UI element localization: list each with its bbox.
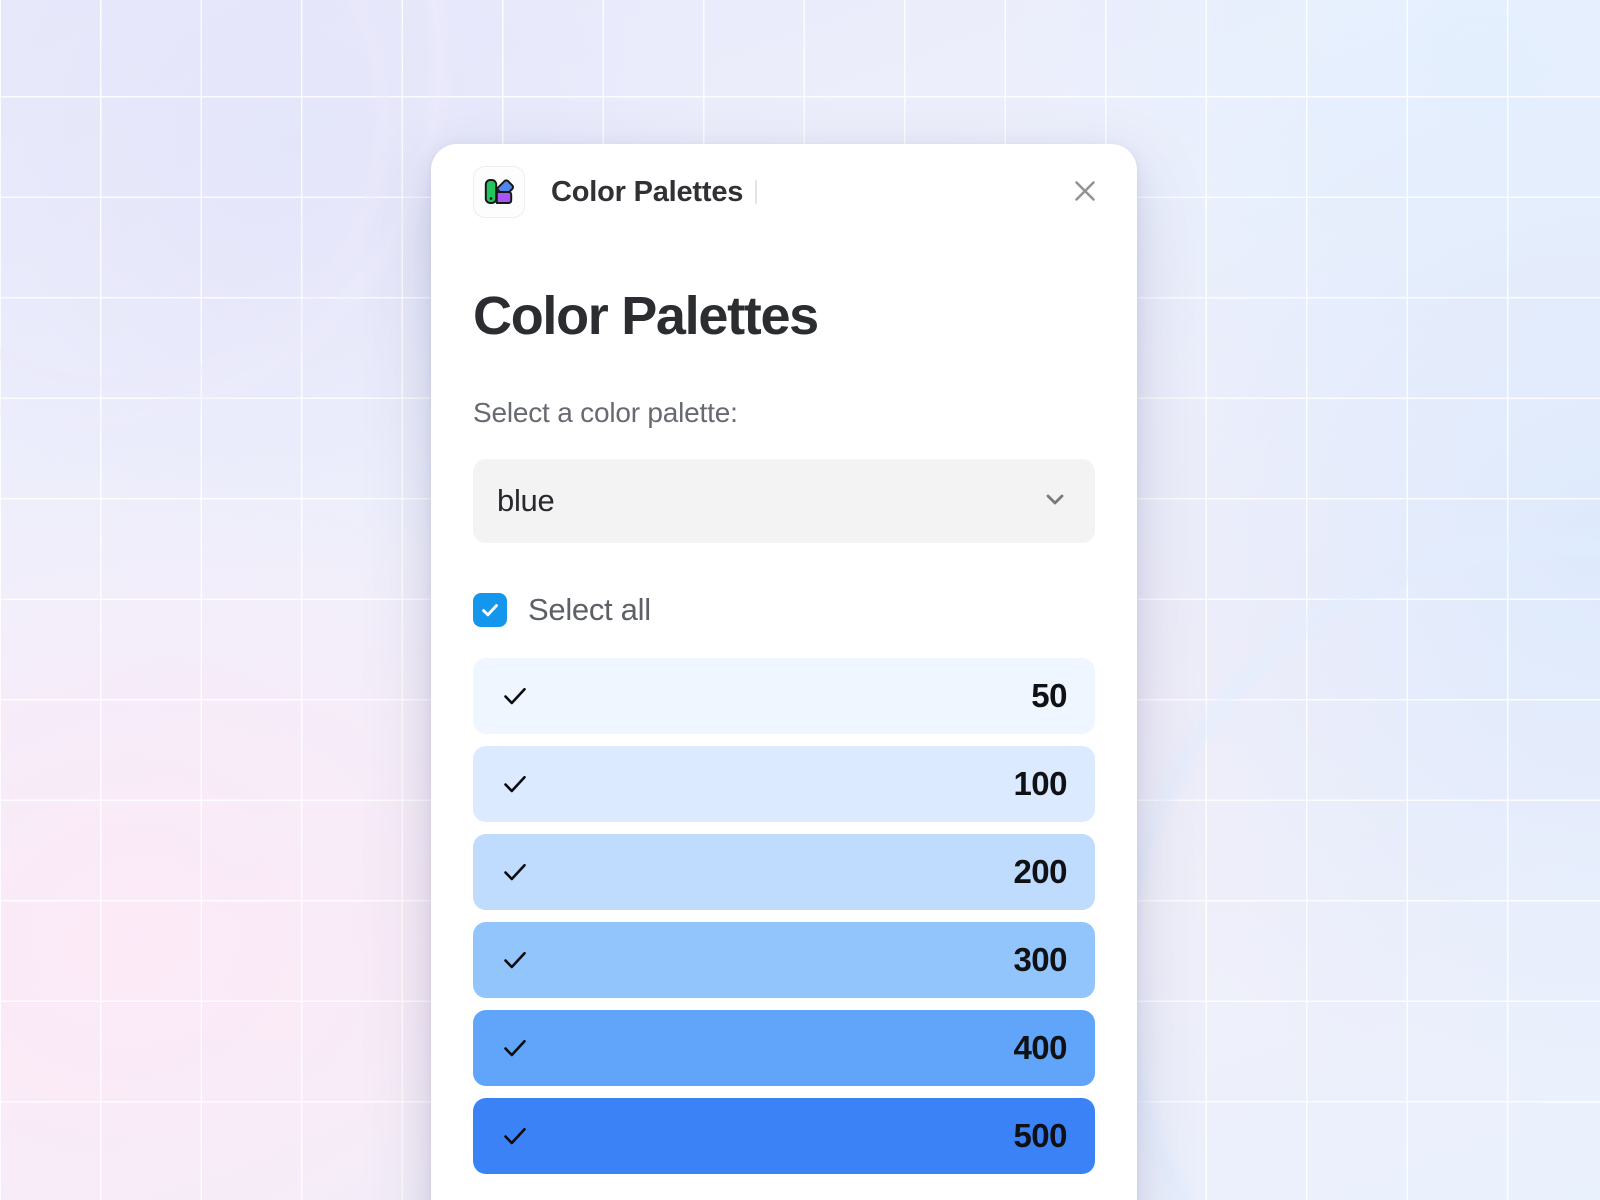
chevron-down-icon [1041,485,1069,516]
titlebar-text-caret [755,180,758,204]
color-swatch-icon [473,166,525,218]
swatch-row[interactable]: 200 [473,833,1095,910]
swatch-label: 400 [1013,1028,1067,1066]
swatch-checkmark-icon [500,769,530,799]
swatch-checkmark-icon [500,681,530,711]
close-button[interactable] [1063,170,1107,214]
dialog-body: Color Palettes Select a color palette: b… [431,288,1137,1174]
swatch-checkmark-icon [500,1033,530,1063]
swatch-checkmark-icon [500,945,530,975]
page-title: Color Palettes [473,286,819,346]
swatch-row[interactable]: 100 [473,745,1095,822]
dialog-titlebar: Color Palettes [431,144,1137,240]
swatch-label: 300 [1013,940,1067,978]
swatch-checkmark-icon [500,857,530,887]
palette-select-label: Select a color palette: [473,396,738,428]
swatch-checkmark-icon [500,1121,530,1151]
select-all-row[interactable]: Select all [473,592,1095,628]
color-palettes-dialog: Color Palettes Color Palettes Select a c… [431,144,1137,1200]
select-all-label: Select all [528,591,651,627]
swatch-label: 200 [1013,852,1067,890]
palette-select[interactable]: blue [473,458,1095,543]
swatch-label: 50 [1031,676,1067,714]
palette-select-value: blue [497,482,555,518]
checkmark-icon [482,603,498,616]
titlebar-title: Color Palettes [551,175,744,208]
swatch-row[interactable]: 500 [473,1097,1095,1174]
swatch-label: 100 [1013,764,1067,802]
swatch-row[interactable]: 300 [473,921,1095,998]
swatch-list: 50 100 200 300 400 500 [473,657,1095,1174]
swatch-row[interactable]: 50 [473,657,1095,734]
swatch-label: 500 [1013,1116,1067,1154]
close-icon [1072,178,1098,207]
swatch-row[interactable]: 400 [473,1009,1095,1086]
select-all-checkbox[interactable] [473,592,507,627]
